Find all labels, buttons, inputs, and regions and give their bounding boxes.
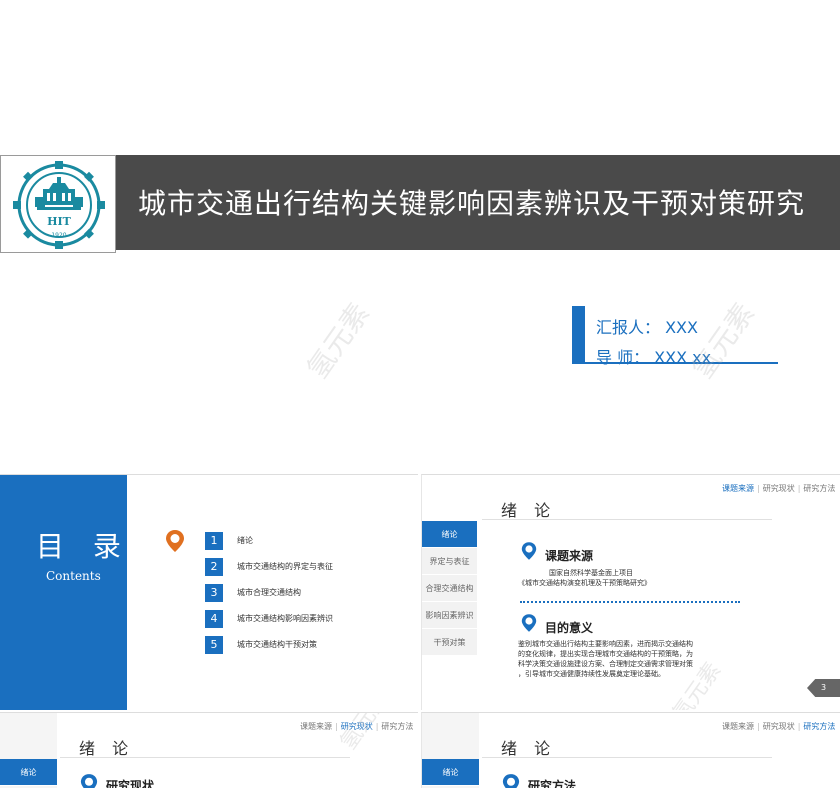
page-heading: 绪 论 — [79, 739, 135, 758]
nav-source[interactable]: 课题来源 — [722, 484, 754, 493]
purpose-line: 的变化规律，提出实现合理城市交通结构的干预策略，为 — [518, 650, 693, 658]
item-label: 城市合理交通结构 — [237, 588, 301, 597]
contents-subtitle: Contents — [46, 569, 101, 583]
source-line: 国家自然科学基金面上项目 — [549, 569, 633, 577]
side-nav-item[interactable]: 影响因素辨识 — [422, 602, 477, 629]
nav-method[interactable]: 研究方法 — [381, 722, 413, 731]
side-nav: 绪论 — [422, 759, 479, 786]
slide-thumbnail-introduction[interactable]: 课题来源 | 研究现状 | 研究方法 绪 论 绪论 界定与表征 合理交通结构 影响因素辨… — [421, 474, 840, 710]
item-number: 2 — [205, 558, 223, 576]
heading-rule — [60, 757, 350, 758]
heading-rule — [482, 519, 772, 520]
location-pin-icon — [80, 774, 98, 788]
section-title-purpose: 目的意义 — [545, 621, 594, 635]
location-pin-icon — [521, 542, 537, 560]
side-nav-item[interactable]: 合理交通结构 — [422, 575, 477, 602]
logo-text: HIT — [47, 215, 72, 228]
item-number: 1 — [205, 532, 223, 550]
location-pin-icon — [521, 614, 537, 632]
page-heading: 绪 论 — [501, 739, 557, 758]
side-nav-item[interactable]: 界定与表征 — [422, 548, 477, 575]
side-nav-item[interactable]: 绪论 — [422, 759, 479, 786]
item-label: 城市交通结构干预对策 — [237, 640, 317, 649]
top-nav: 课题来源 | 研究现状 | 研究方法 — [722, 722, 836, 731]
side-nav-item[interactable]: 绪论 — [0, 759, 57, 786]
nav-source[interactable]: 课题来源 — [300, 722, 332, 731]
purpose-line: ，引导城市交通健康持续性发展奠定理论基础。 — [518, 670, 665, 678]
university-logo: HIT 1920 — [0, 155, 116, 253]
side-nav: 绪论 — [0, 759, 57, 786]
section-title-source: 课题来源 — [545, 549, 594, 563]
nav-method[interactable]: 研究方法 — [803, 484, 835, 493]
top-nav: 课题来源 | 研究现状 | 研究方法 — [300, 722, 414, 731]
side-nav-item[interactable]: 绪论 — [422, 521, 477, 548]
watermark: 氢元素 — [685, 296, 761, 385]
location-pin-icon — [166, 530, 184, 552]
reporter-accent-bar — [572, 306, 585, 364]
top-nav: 课题来源 | 研究现状 | 研究方法 — [722, 484, 836, 493]
section-title-method: 研究方法 — [528, 779, 577, 788]
watermark: 氢元素 — [335, 712, 395, 755]
slide-thumbnail-method[interactable]: 课题来源 | 研究现状 | 研究方法 绪 论 绪论 研究方法 — [421, 712, 840, 788]
nav-status[interactable]: 研究现状 — [763, 484, 795, 493]
item-label: 城市交通结构影响因素辨识 — [237, 614, 333, 623]
cover-title: 城市交通出行结构关键影响因素辨识及干预对策研究 — [138, 187, 806, 220]
item-number: 4 — [205, 610, 223, 628]
slide-thumbnail-status[interactable]: 课题来源 | 研究现状 | 研究方法 绪 论 绪论 研究现状 氢元素 — [0, 712, 418, 788]
dotted-divider — [520, 601, 740, 603]
source-line: 《城市交通结构演变机理及干预策略研究》 — [518, 579, 651, 587]
item-label: 城市交通结构的界定与表征 — [237, 562, 333, 571]
purpose-line: 鉴别城市交通出行结构主要影响因素，进而揭示交通结构 — [518, 640, 693, 648]
location-pin-icon — [502, 774, 520, 788]
watermark: 氢元素 — [300, 296, 376, 385]
item-label: 绪论 — [237, 536, 253, 545]
hit-emblem-icon: HIT 1920 — [13, 161, 105, 249]
logo-year: 1920 — [51, 232, 66, 239]
nav-method[interactable]: 研究方法 — [803, 722, 835, 731]
contents-title: 目 录 — [36, 530, 131, 563]
reporter-label: 汇报人： XXX — [596, 318, 698, 337]
heading-rule — [482, 757, 772, 758]
side-nav-item[interactable]: 干预对策 — [422, 629, 477, 656]
item-number: 5 — [205, 636, 223, 654]
cover-slide[interactable]: HIT 1920 城市交通出行结构关键影响因素辨识及干预对策研究 汇报人： XX… — [0, 0, 840, 470]
item-number: 3 — [205, 584, 223, 602]
section-title-status: 研究现状 — [106, 779, 155, 788]
nav-source[interactable]: 课题来源 — [722, 722, 754, 731]
page-heading: 绪 论 — [501, 501, 557, 520]
slide-thumbnail-contents[interactable]: 目 录 Contents 1 绪论 2 城市交通结构的界定与表征 3 城市合理交… — [0, 474, 418, 710]
side-nav: 绪论 界定与表征 合理交通结构 影响因素辨识 干预对策 — [422, 521, 477, 656]
nav-status[interactable]: 研究现状 — [763, 722, 795, 731]
advisor-label: 导 师： XXX xx — [596, 348, 712, 367]
contents-panel — [0, 475, 127, 710]
purpose-line: 科学决策交通设施建设方案、合理制定交通需求管理对策 — [518, 660, 693, 668]
nav-status[interactable]: 研究现状 — [341, 722, 373, 731]
